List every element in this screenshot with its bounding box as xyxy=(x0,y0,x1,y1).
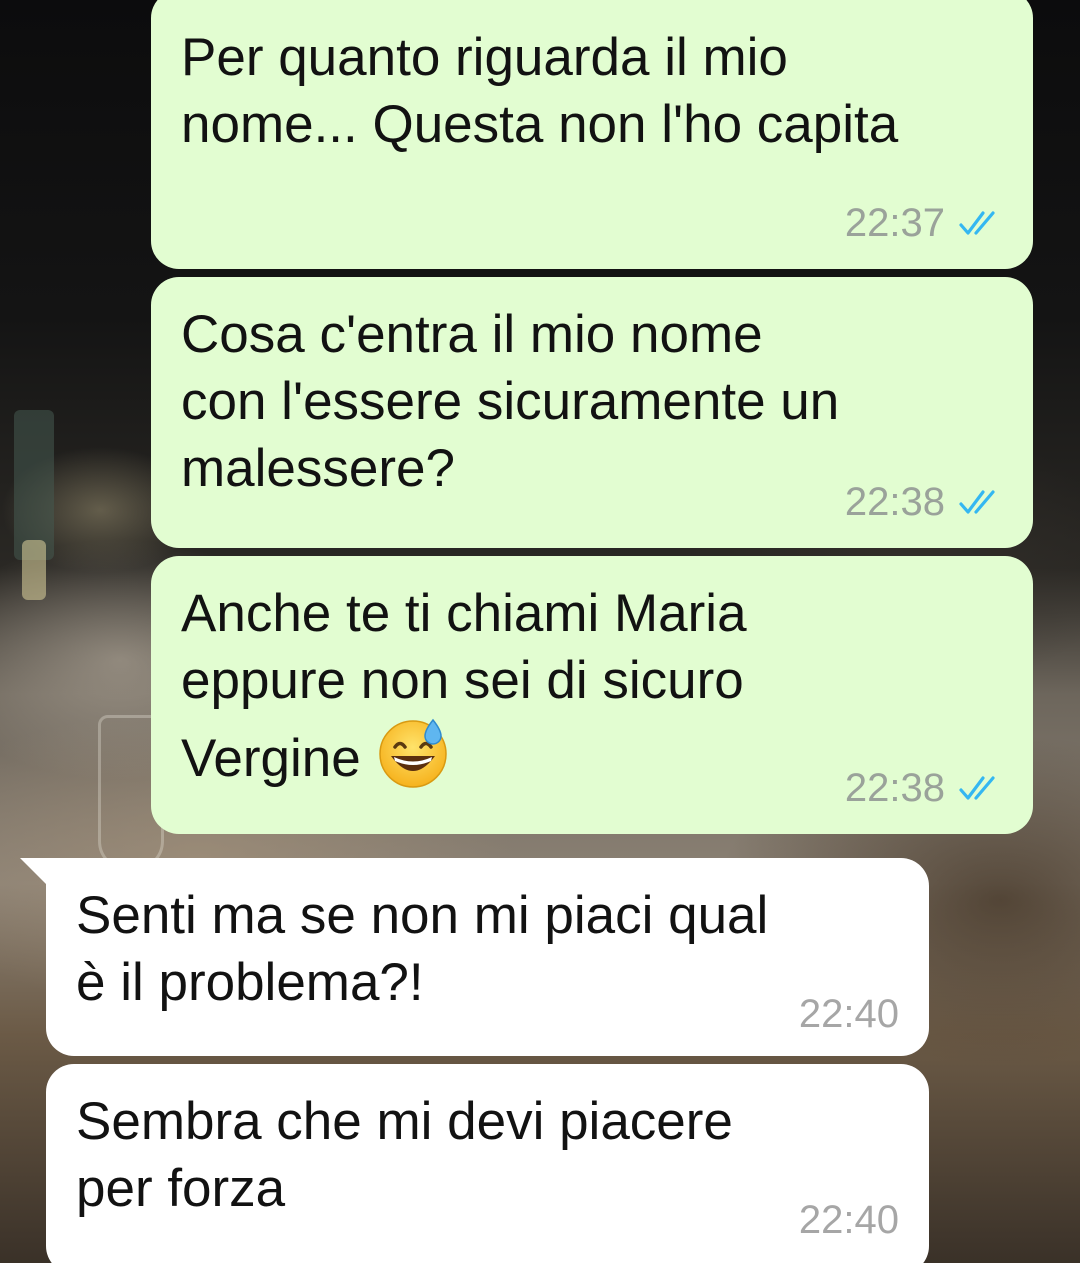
message-time: 22:38 xyxy=(844,766,945,810)
double-check-icon xyxy=(959,211,995,235)
message-text: Cosa c'entra il mio nome con l'essere si… xyxy=(181,305,840,498)
message-time: 22:40 xyxy=(798,992,899,1036)
message-meta: 22:38 xyxy=(845,766,1003,810)
outgoing-message-bubble[interactable]: Cosa c'entra il mio nome con l'essere si… xyxy=(151,277,1033,548)
message-text: Anche te ti chiami Maria eppure non sei … xyxy=(181,580,1005,792)
incoming-message-bubble[interactable]: Sembra che mi devi piacere per forza 22:… xyxy=(46,1064,929,1263)
message-text: Per quanto riguarda il mio nome... Quest… xyxy=(181,28,899,154)
message-time: 22:40 xyxy=(798,1198,899,1242)
message-meta: 22:37 xyxy=(845,201,1003,245)
double-check-icon xyxy=(959,776,995,800)
bubble-tail xyxy=(20,858,48,886)
outgoing-message-bubble[interactable]: Anche te ti chiami Maria eppure non sei … xyxy=(151,556,1033,834)
incoming-message-bubble[interactable]: Senti ma se non mi piaci qual è il probl… xyxy=(46,858,929,1056)
message-text-content: Anche te ti chiami Maria eppure non sei … xyxy=(181,584,747,788)
message-meta: 22:38 xyxy=(845,480,1003,524)
message-text: Senti ma se non mi piaci qual è il probl… xyxy=(76,886,769,1012)
outgoing-message-bubble[interactable]: Per quanto riguarda il mio nome... Quest… xyxy=(151,0,1033,269)
grinning-face-with-sweat-icon xyxy=(379,718,447,788)
double-check-icon xyxy=(959,490,995,514)
message-meta: 22:40 xyxy=(799,1198,899,1242)
message-list[interactable]: Per quanto riguarda il mio nome... Quest… xyxy=(0,0,1080,1263)
message-time: 22:38 xyxy=(844,480,945,524)
message-time: 22:37 xyxy=(844,201,945,245)
message-meta: 22:40 xyxy=(799,992,899,1036)
message-text: Sembra che mi devi piacere per forza xyxy=(76,1092,733,1218)
